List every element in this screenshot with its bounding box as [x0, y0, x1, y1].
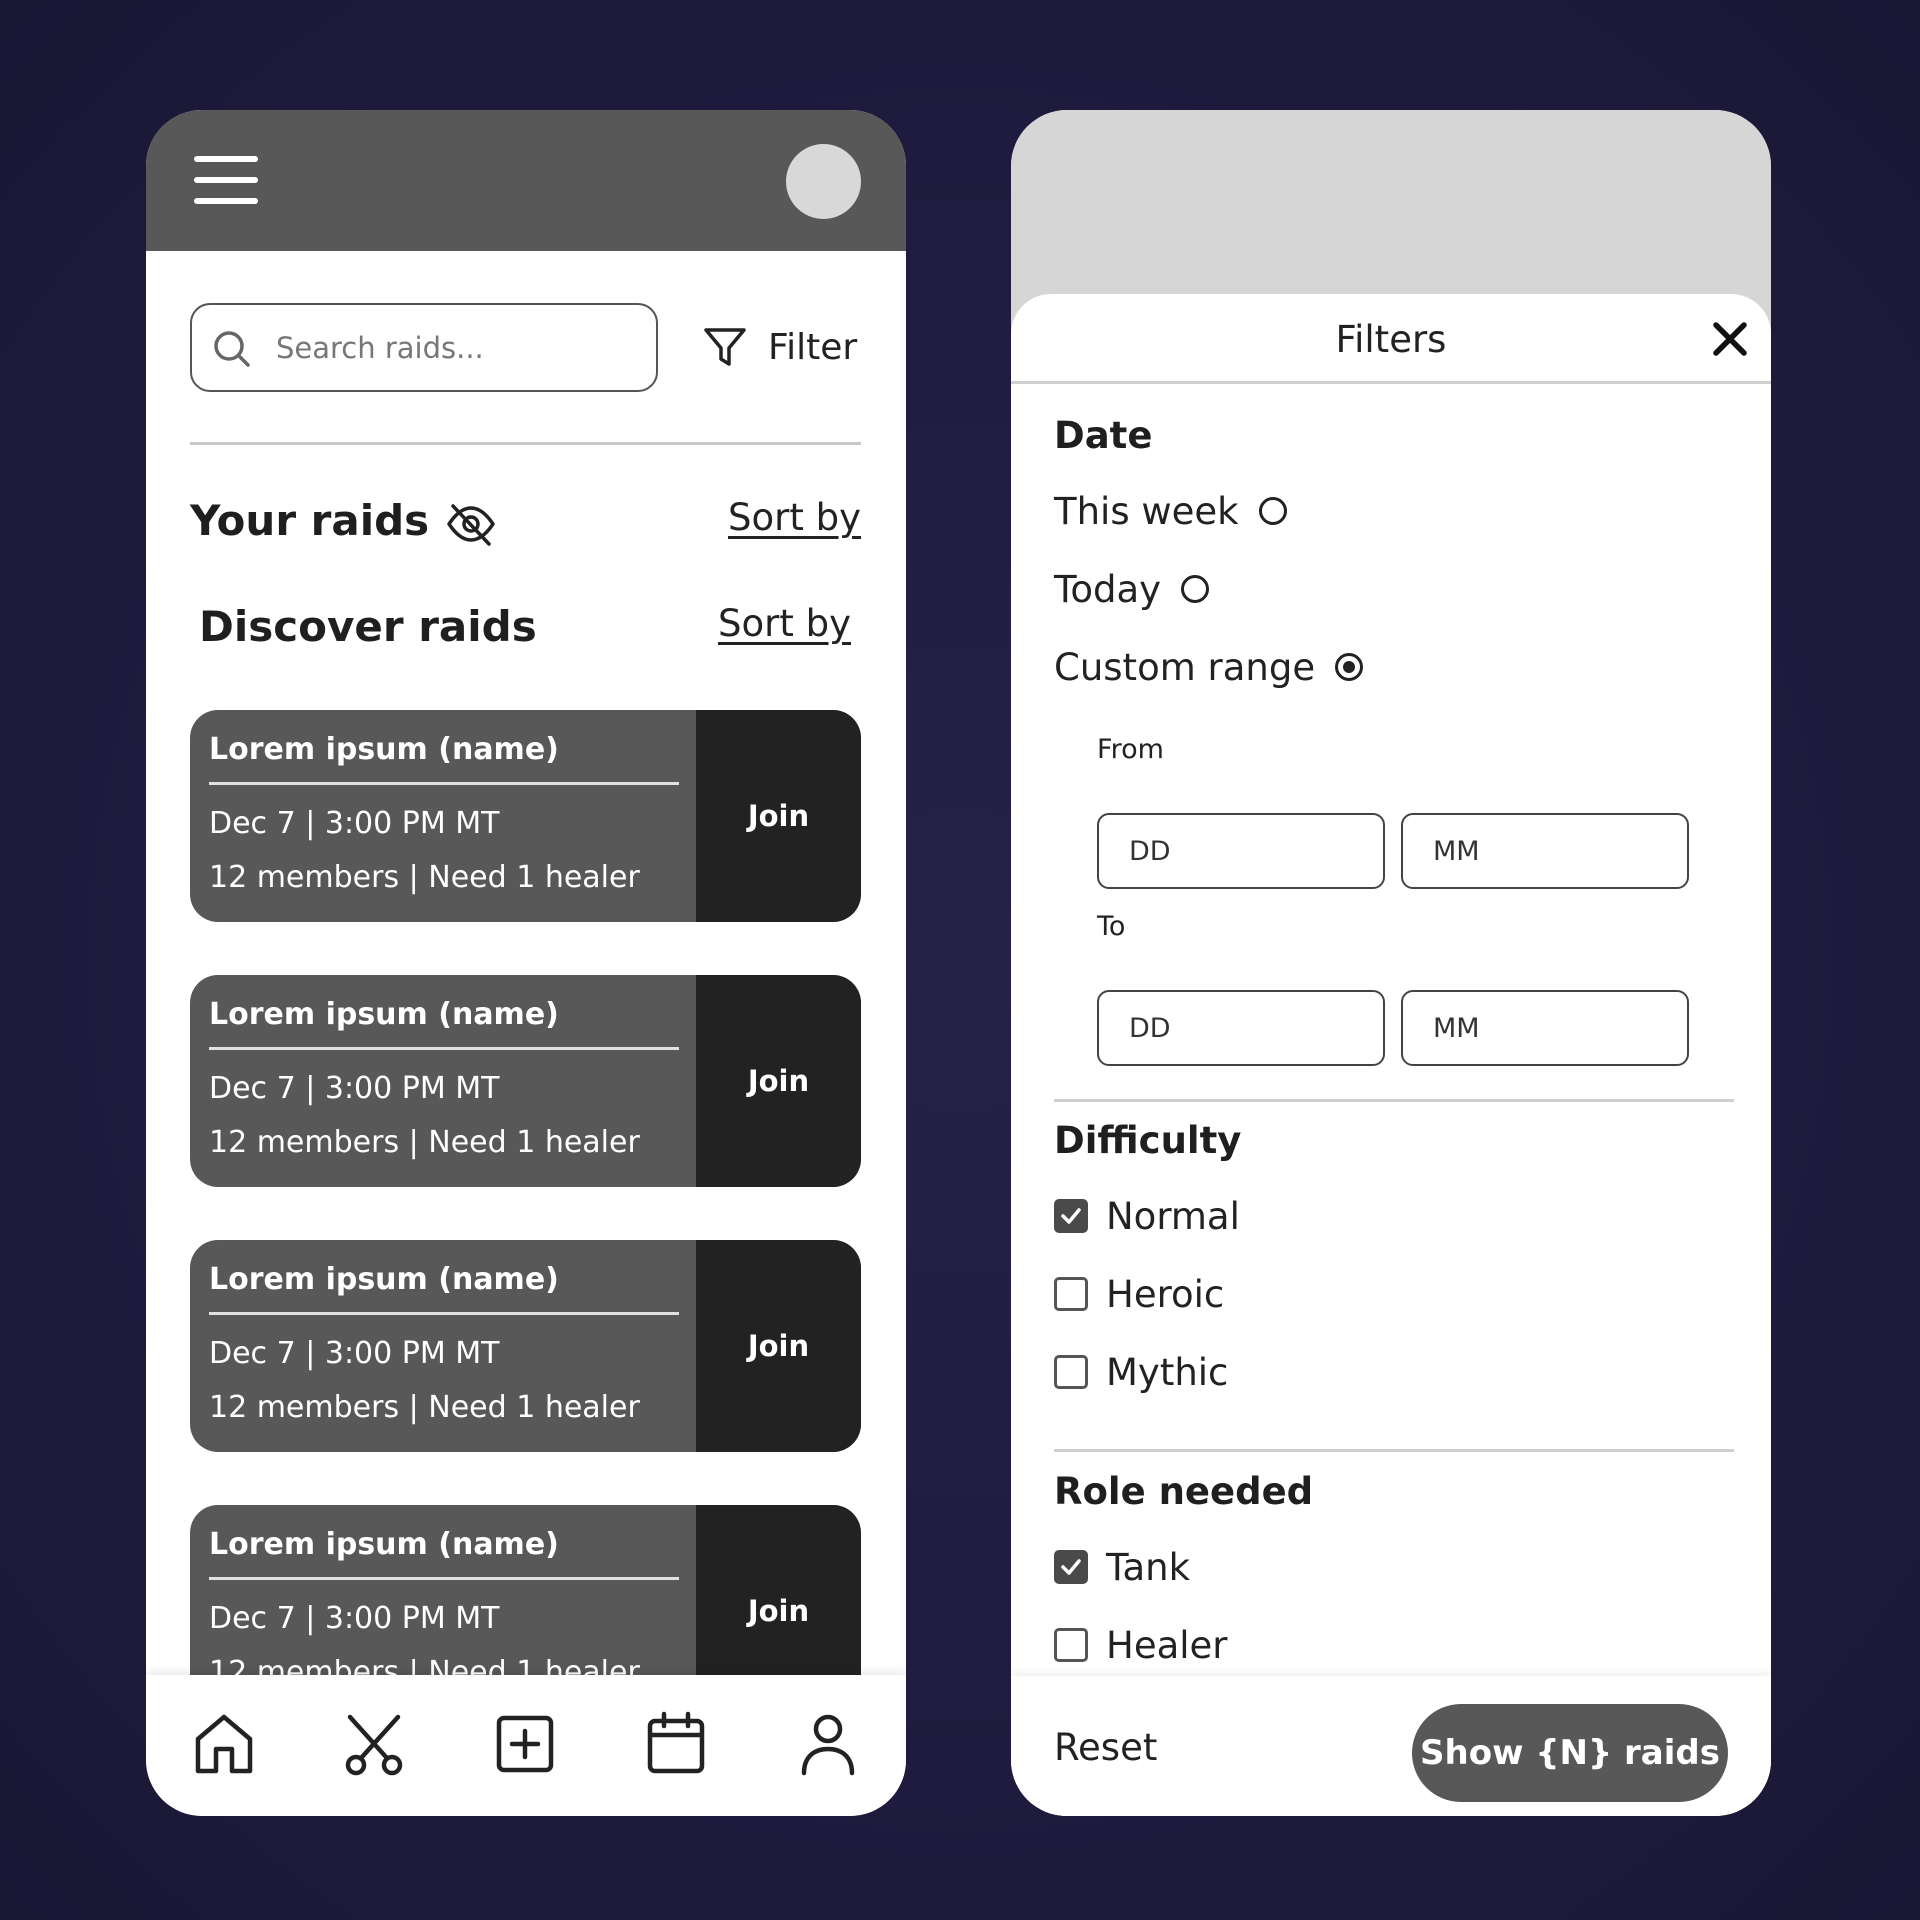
- radio-label: This week: [1054, 489, 1239, 533]
- to-label: To: [1097, 911, 1126, 942]
- filter-button[interactable]: Filter: [702, 322, 857, 372]
- checkbox-label: Mythic: [1106, 1350, 1229, 1394]
- sheet-header: Filters: [1011, 294, 1771, 384]
- check-icon: [1061, 1208, 1081, 1224]
- divider: [190, 442, 861, 445]
- filters-sheet: Filters Date This week Today Custom rang…: [1011, 294, 1771, 1816]
- raid-members: 12 members | Need 1 healer: [209, 1390, 640, 1425]
- checkbox-healer[interactable]: Healer: [1054, 1622, 1228, 1668]
- raid-card: Lorem ipsum (name) Dec 7 | 3:00 PM MT 12…: [190, 710, 861, 922]
- join-button[interactable]: Join: [696, 975, 861, 1187]
- radio-button-selected[interactable]: [1335, 653, 1364, 681]
- radio-custom-range[interactable]: Custom range: [1054, 644, 1364, 690]
- join-button[interactable]: Join: [696, 710, 861, 922]
- reset-button[interactable]: Reset: [1054, 1726, 1157, 1769]
- filter-label: Filter: [768, 326, 858, 368]
- raid-datetime: Dec 7 | 3:00 PM MT: [209, 1071, 500, 1106]
- search-icon: [214, 331, 250, 367]
- checkbox-checked[interactable]: [1054, 1550, 1088, 1584]
- radio-label: Today: [1054, 567, 1162, 611]
- menu-icon[interactable]: [194, 156, 258, 206]
- radio-button[interactable]: [1181, 575, 1210, 603]
- raid-name: Lorem ipsum (name): [209, 1262, 559, 1297]
- user-icon[interactable]: [796, 1711, 860, 1777]
- to-day-input[interactable]: [1097, 990, 1385, 1066]
- role-needed-heading: Role needed: [1054, 1470, 1314, 1513]
- eye-off-icon[interactable]: [445, 498, 497, 550]
- checkbox[interactable]: [1054, 1277, 1088, 1311]
- divider: [1054, 1099, 1734, 1102]
- show-raids-button[interactable]: Show {N} raids: [1412, 1704, 1728, 1802]
- raid-name: Lorem ipsum (name): [209, 997, 559, 1032]
- raid-card: Lorem ipsum (name) Dec 7 | 3:00 PM MT 12…: [190, 1240, 861, 1452]
- checkbox-label: Tank: [1106, 1545, 1191, 1589]
- crossed-swords-icon[interactable]: [342, 1711, 406, 1777]
- from-month-input[interactable]: [1401, 813, 1689, 889]
- top-app-bar: [146, 110, 906, 251]
- checkbox[interactable]: [1054, 1628, 1088, 1662]
- checkbox-label: Healer: [1106, 1623, 1228, 1667]
- raids-list-screen: Filter Your raids Sort by Discover raids…: [146, 110, 906, 1816]
- card-divider: [209, 1577, 679, 1580]
- raid-members: 12 members | Need 1 healer: [209, 1125, 640, 1160]
- raid-datetime: Dec 7 | 3:00 PM MT: [209, 1336, 500, 1371]
- close-icon[interactable]: [1709, 318, 1751, 360]
- your-raids-header: Your raids Sort by: [190, 496, 861, 556]
- card-divider: [209, 1047, 679, 1050]
- sheet-footer: Reset Show {N} raids: [1011, 1676, 1771, 1816]
- to-month-input[interactable]: [1401, 990, 1689, 1066]
- avatar[interactable]: [786, 144, 861, 219]
- funnel-icon: [704, 328, 746, 366]
- checkbox-tank[interactable]: Tank: [1054, 1544, 1190, 1590]
- raid-name: Lorem ipsum (name): [209, 1527, 559, 1562]
- radio-button[interactable]: [1258, 497, 1287, 525]
- checkbox[interactable]: [1054, 1355, 1088, 1389]
- checkbox-label: Normal: [1106, 1194, 1240, 1238]
- checkbox-heroic[interactable]: Heroic: [1054, 1271, 1224, 1317]
- your-raids-title: Your raids: [190, 496, 430, 545]
- radio-label: Custom range: [1054, 645, 1316, 689]
- card-divider: [209, 782, 679, 785]
- checkbox-checked[interactable]: [1054, 1199, 1088, 1233]
- checkbox-normal[interactable]: Normal: [1054, 1193, 1240, 1239]
- date-heading: Date: [1054, 414, 1153, 457]
- raid-datetime: Dec 7 | 3:00 PM MT: [209, 806, 500, 841]
- check-icon: [1061, 1559, 1081, 1575]
- plus-square-icon[interactable]: [493, 1711, 557, 1777]
- checkbox-label: Heroic: [1106, 1272, 1225, 1316]
- search-input[interactable]: [276, 323, 636, 373]
- raid-datetime: Dec 7 | 3:00 PM MT: [209, 1601, 500, 1636]
- raid-members: 12 members | Need 1 healer: [209, 860, 640, 895]
- discover-raids-title: Discover raids: [199, 602, 537, 651]
- search-input-wrapper[interactable]: [190, 303, 658, 392]
- calendar-icon[interactable]: [644, 1711, 708, 1777]
- radio-this-week[interactable]: This week: [1054, 488, 1287, 534]
- from-label: From: [1097, 734, 1164, 765]
- join-button[interactable]: Join: [696, 1240, 861, 1452]
- card-divider: [209, 1312, 679, 1315]
- raid-name: Lorem ipsum (name): [209, 732, 559, 767]
- discover-raids-header: Discover raids Sort by: [199, 602, 851, 662]
- checkbox-mythic[interactable]: Mythic: [1054, 1349, 1228, 1395]
- discover-raids-sort-link[interactable]: Sort by: [718, 602, 851, 645]
- bottom-nav: [146, 1675, 906, 1816]
- divider: [1054, 1449, 1734, 1452]
- filters-screen: Filters Date This week Today Custom rang…: [1011, 110, 1771, 1816]
- your-raids-sort-link[interactable]: Sort by: [728, 496, 861, 539]
- raid-card: Lorem ipsum (name) Dec 7 | 3:00 PM MT 12…: [190, 975, 861, 1187]
- radio-today[interactable]: Today: [1054, 566, 1210, 612]
- from-day-input[interactable]: [1097, 813, 1385, 889]
- difficulty-heading: Difficulty: [1054, 1119, 1242, 1162]
- home-icon[interactable]: [192, 1711, 256, 1777]
- sheet-title: Filters: [1335, 318, 1447, 361]
